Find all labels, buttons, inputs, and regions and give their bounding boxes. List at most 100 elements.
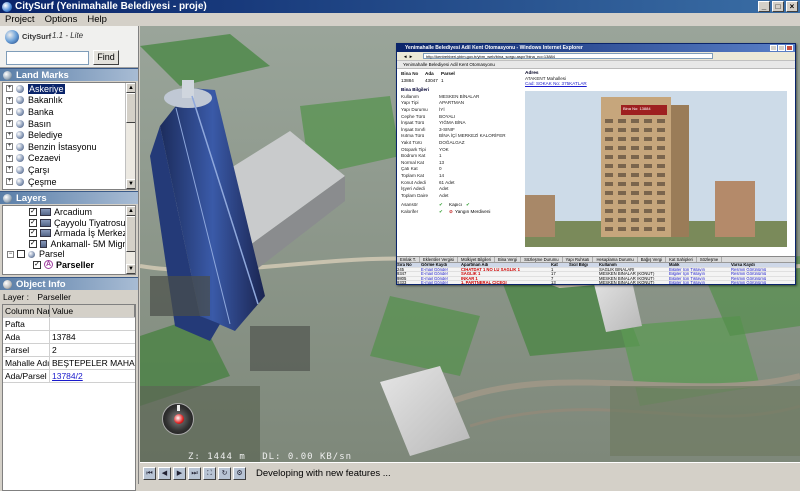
expand-icon[interactable]: + (6, 108, 13, 116)
landmarks-scrollbar[interactable]: ▲ ▼ (125, 83, 135, 189)
popup-maximize-icon[interactable] (778, 45, 785, 51)
adres-link[interactable]: Cad: SOKAK No: 375KATLAR (525, 81, 787, 86)
cell-value[interactable]: 13784/2 (50, 370, 135, 382)
grid-cell[interactable]: Resmin Görünümü (731, 281, 789, 284)
grid-tab[interactable]: Bağış Vergi (638, 257, 667, 262)
scroll-down-arrow-icon[interactable]: ▼ (126, 179, 135, 189)
grid-column-header[interactable]: Apartman Adı (461, 263, 551, 267)
landmark-item[interactable]: + Belediye (3, 129, 135, 141)
landmark-item[interactable]: + Askeriye (3, 83, 135, 95)
next-icon[interactable]: ▶ (173, 467, 186, 480)
close-button[interactable]: × (786, 1, 798, 12)
popup-close-icon[interactable] (786, 45, 793, 51)
minimize-button[interactable]: _ (758, 1, 770, 12)
expand-icon[interactable]: + (6, 96, 13, 104)
landmark-item[interactable]: + Bakanlık (3, 95, 135, 107)
scroll-down-arrow-icon[interactable]: ▼ (126, 264, 135, 274)
settings-icon[interactable]: ⚙ (233, 467, 246, 480)
grid-column-header[interactable]: Malik (669, 263, 731, 267)
grid-tab[interactable]: Yapı Ruhsatı (563, 257, 594, 262)
expand-icon[interactable]: + (6, 166, 13, 174)
building-info-popup[interactable]: Yenimahalle Belediyesi Adil Kent Otomasy… (396, 43, 796, 285)
expand-icon[interactable]: + (6, 120, 13, 128)
popup-address-bar[interactable]: http://kentrehberi.ybim.gov.tr/ybm_web/b… (423, 53, 713, 59)
fullscreen-icon[interactable]: ⛶ (203, 467, 216, 480)
grid-tab[interactable]: Mülkiyet Bilgileri (458, 257, 495, 262)
expand-icon[interactable]: + (6, 85, 13, 93)
grid-cell[interactable]: Resmin Görünümü (731, 272, 789, 276)
compass-control[interactable] (162, 403, 194, 435)
layer-checkbox[interactable]: ✓ (29, 208, 37, 217)
expand-icon[interactable]: + (6, 178, 13, 186)
maximize-button[interactable]: □ (772, 1, 784, 12)
layers-header[interactable]: Layers (0, 191, 138, 204)
grid-cell[interactable]: Bilgiler İçin Tıklayın (669, 268, 731, 272)
grid-cell[interactable]: E-mail Gönder (421, 272, 461, 276)
scroll-thumb[interactable] (126, 216, 135, 252)
grid-cell[interactable]: Resmin Görünümü (731, 268, 789, 272)
landmarks-header[interactable]: Land Marks (0, 68, 138, 81)
landmark-item[interactable]: + Cezaevi (3, 153, 135, 165)
popup-minimize-icon[interactable] (770, 45, 777, 51)
grid-column-header[interactable]: Sıra No (397, 263, 421, 267)
collapse-icon[interactable]: − (7, 250, 14, 258)
layer-checkbox[interactable]: ✓ (29, 218, 37, 227)
grid-cell[interactable]: Bilgiler İçin Tıklayın (669, 277, 731, 281)
expand-icon[interactable]: + (6, 131, 13, 139)
expand-icon[interactable]: + (6, 143, 13, 151)
grid-cell[interactable]: Resmin Görünümü (731, 277, 789, 281)
grid-tab[interactable]: Sözleşme (697, 257, 723, 262)
layer-item[interactable]: ✓ Çayyolu Tiyatrosu (7, 218, 135, 229)
grid-cell[interactable]: Bilgiler İçin Tıklayın (669, 272, 731, 276)
landmark-item[interactable]: + Çarşı (3, 164, 135, 176)
layer-parseller[interactable]: ✓ A Parseller (3, 260, 135, 271)
layer-item[interactable]: ✓ Ankamall- 5M Migros (7, 239, 135, 250)
layer-item[interactable]: ✓ Arcadium (7, 207, 135, 218)
prev-icon[interactable]: ◀ (158, 467, 171, 480)
grid-column-header[interactable]: Görme Kaydı (421, 263, 461, 267)
menu-help[interactable]: Help (82, 14, 112, 25)
layer-checkbox[interactable]: ✓ (29, 229, 37, 238)
grid-column-header[interactable]: Sicil Bilgi (569, 263, 599, 267)
grid-tab[interactable]: Sözleşme Durumu (521, 257, 563, 262)
grid-tab[interactable]: Bina Vergi (495, 257, 522, 262)
landmark-item[interactable]: + Basın (3, 118, 135, 130)
layer-group-checkbox[interactable] (17, 250, 25, 259)
object-info-header[interactable]: Object Info (0, 277, 138, 290)
landmark-item[interactable]: + Banka (3, 106, 135, 118)
search-input[interactable] (6, 51, 89, 65)
find-button[interactable]: Find (93, 50, 119, 65)
grid-row[interactable]: 9333 E-mail Gönder 1. PARTNERAL ÇİÇEĞİ 13 ME… (397, 281, 795, 284)
grid-cell[interactable]: Bilgiler İçin Tıklayın (669, 281, 731, 284)
last-icon[interactable]: ⏭ (188, 467, 201, 480)
layer-checkbox[interactable]: ✓ (33, 260, 41, 269)
grid-cell[interactable]: E-mail Gönder (421, 277, 461, 281)
popup-tab[interactable]: Yenimahalle Belediyesi Adil Kent Otomasy… (403, 62, 495, 67)
grid-tab[interactable]: Kat Sahipleri (666, 257, 697, 262)
grid-cell[interactable]: E-mail Gönder (421, 268, 461, 272)
grid-cell[interactable]: E-mail Gönder (421, 281, 461, 284)
landmark-item[interactable]: + Benzin İstasyonu (3, 141, 135, 153)
menu-options[interactable]: Options (40, 14, 83, 25)
scroll-up-arrow-icon[interactable]: ▲ (126, 206, 135, 216)
grid-column-header[interactable]: Kullanım (599, 263, 669, 267)
grid-tab[interactable]: Eklentiler Vergisi (420, 257, 458, 262)
grid-tab[interactable]: Emlak T. (397, 257, 420, 262)
grid-tab[interactable]: Hesaplama Durumu (593, 257, 638, 262)
parcel-link[interactable]: 13784/2 (52, 371, 83, 381)
scroll-up-arrow-icon[interactable]: ▲ (126, 83, 135, 93)
landmark-item[interactable]: + Çeşme (3, 176, 135, 188)
refresh-icon[interactable]: ↻ (218, 467, 231, 480)
layers-scrollbar[interactable]: ▲ ▼ (125, 206, 135, 274)
back-icon[interactable]: ◄ ► (403, 54, 413, 59)
column-header-value[interactable]: Value (50, 305, 135, 317)
menu-project[interactable]: Project (0, 14, 40, 25)
landmarks-list[interactable]: + Askeriye + Bakanlık + Banka + Basın + Belediye +… (2, 82, 136, 190)
grid-column-header[interactable]: Varsa Kaydı (731, 263, 789, 267)
layer-checkbox[interactable]: ✓ (29, 239, 37, 248)
layers-tree[interactable]: ✓ Arcadium ✓ Çayyolu Tiyatrosu ✓ Armada İş Me… (2, 205, 136, 275)
layer-item[interactable]: ✓ Armada İş Merkezi (7, 228, 135, 239)
grid-column-header[interactable]: Kat (551, 263, 569, 267)
compass-center-icon[interactable] (174, 414, 184, 424)
expand-icon[interactable]: + (6, 154, 13, 162)
